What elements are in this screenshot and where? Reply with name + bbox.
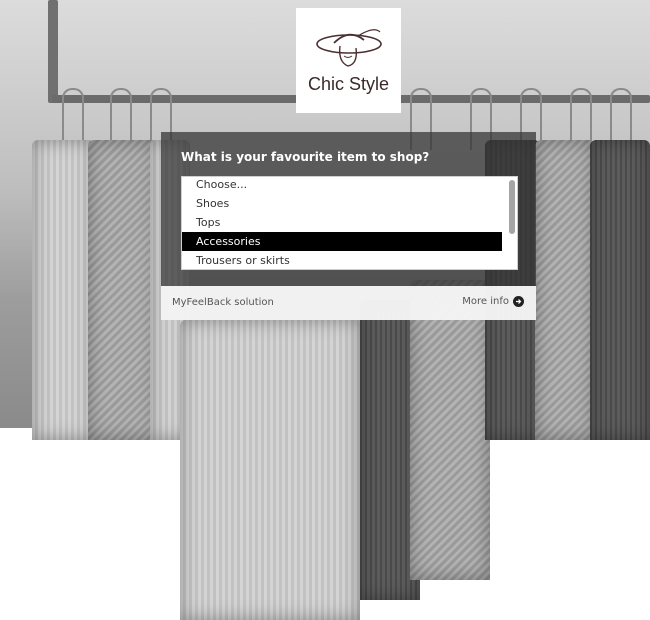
option-choose[interactable]: Choose... <box>182 177 502 194</box>
option-shoes[interactable]: Shoes <box>182 194 502 213</box>
garment <box>180 320 360 620</box>
clothing-rail-post <box>48 0 58 103</box>
panel-footer: MyFeelBack solution More info <box>161 286 536 320</box>
brand-logo: Chic Style <box>296 8 401 113</box>
survey-panel: What is your favourite item to shop? Cho… <box>161 132 536 320</box>
question-label: What is your favourite item to shop? <box>181 150 430 164</box>
listbox-options: Choose... Shoes Tops Accessories Trouser… <box>182 177 502 269</box>
garment <box>410 280 490 580</box>
garment <box>32 140 94 440</box>
footer-brand: MyFeelBack solution <box>172 297 274 308</box>
more-info-label: More info <box>462 296 509 307</box>
garment <box>535 140 595 440</box>
more-info-link[interactable]: More info <box>462 296 524 307</box>
option-accessories[interactable]: Accessories <box>182 232 502 251</box>
option-trousers-or-skirts[interactable]: Trousers or skirts <box>182 251 502 269</box>
answer-listbox[interactable]: Choose... Shoes Tops Accessories Trouser… <box>181 176 518 270</box>
garment <box>590 140 650 440</box>
brand-name: Chic Style <box>307 74 390 94</box>
listbox-scrollbar[interactable] <box>509 180 515 234</box>
option-tops[interactable]: Tops <box>182 213 502 232</box>
garment <box>88 140 158 440</box>
woman-with-hat-icon <box>315 29 382 67</box>
arrow-right-circle-icon <box>513 296 524 307</box>
